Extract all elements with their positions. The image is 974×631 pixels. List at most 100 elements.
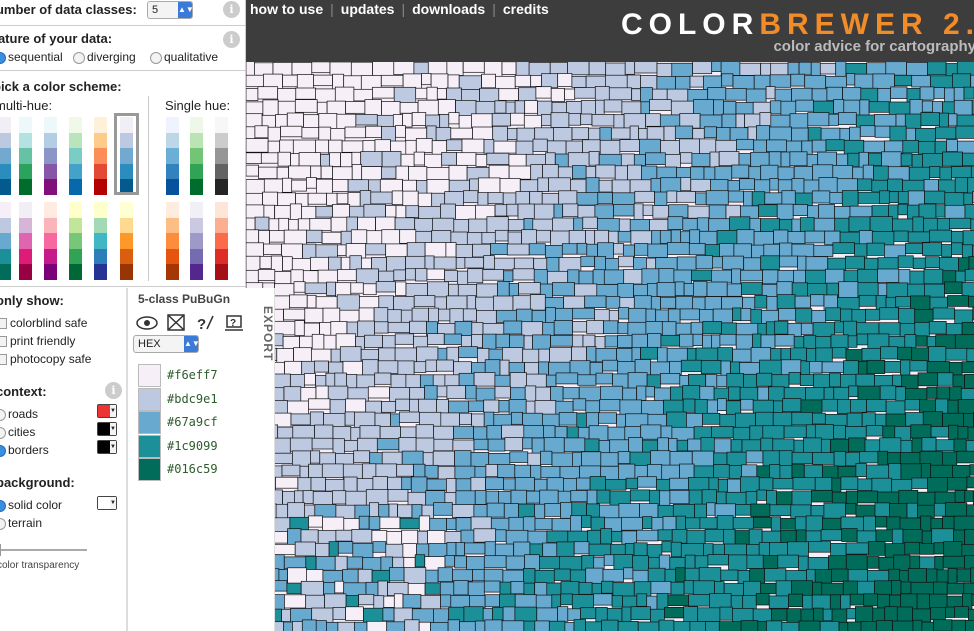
county-polygon[interactable] [866,399,887,413]
county-polygon[interactable] [902,140,919,154]
county-polygon[interactable] [703,166,716,181]
county-polygon[interactable] [933,542,945,555]
county-polygon[interactable] [510,489,528,505]
county-polygon[interactable] [859,99,870,116]
county-polygon[interactable] [727,190,744,203]
county-polygon[interactable] [309,218,332,231]
county-polygon[interactable] [769,74,792,88]
county-polygon[interactable] [695,192,707,205]
county-polygon[interactable] [857,478,873,491]
county-polygon[interactable] [300,529,319,544]
county-polygon[interactable] [358,515,370,530]
county-polygon[interactable] [345,595,359,608]
county-polygon[interactable] [861,347,881,362]
county-polygon[interactable] [345,101,366,114]
county-polygon[interactable] [962,152,974,167]
county-polygon[interactable] [617,621,639,631]
county-polygon[interactable] [522,437,533,450]
county-polygon[interactable] [882,425,896,439]
county-polygon[interactable] [524,100,538,114]
county-polygon[interactable] [273,373,291,389]
county-polygon[interactable] [494,229,509,242]
county-polygon[interactable] [572,165,587,179]
county-polygon[interactable] [630,230,653,246]
county-polygon[interactable] [433,256,457,270]
county-polygon[interactable] [859,125,876,137]
county-polygon[interactable] [517,203,535,221]
county-polygon[interactable] [884,360,901,373]
county-polygon[interactable] [857,178,873,192]
county-polygon[interactable] [961,282,974,298]
county-polygon[interactable] [758,204,778,217]
county-polygon[interactable] [879,385,897,400]
county-polygon[interactable] [576,242,588,255]
county-polygon[interactable] [497,281,510,299]
county-polygon[interactable] [688,594,710,607]
county-polygon[interactable] [813,217,836,232]
county-polygon[interactable] [381,229,401,245]
county-polygon[interactable] [791,451,813,465]
county-polygon[interactable] [780,151,791,168]
county-polygon[interactable] [438,308,451,322]
county-polygon[interactable] [381,166,397,179]
county-polygon[interactable] [332,490,347,505]
county-polygon[interactable] [624,62,636,75]
county-polygon[interactable] [283,556,307,569]
county-polygon[interactable] [912,619,923,631]
county-polygon[interactable] [821,361,844,373]
scheme-ramp-multi[interactable] [44,202,57,280]
county-polygon[interactable] [462,308,477,322]
info-icon[interactable]: i [223,31,240,48]
county-polygon[interactable] [645,152,666,165]
county-polygon[interactable] [924,283,945,298]
county-polygon[interactable] [885,62,907,76]
county-polygon[interactable] [954,490,966,503]
county-polygon[interactable] [964,373,974,389]
county-polygon[interactable] [337,541,354,554]
county-polygon[interactable] [294,320,305,336]
county-polygon[interactable] [523,425,544,439]
county-polygon[interactable] [628,437,643,455]
county-polygon[interactable] [905,412,924,427]
county-polygon[interactable] [267,126,281,144]
county-polygon[interactable] [630,606,651,621]
county-polygon[interactable] [246,179,265,195]
county-polygon[interactable] [751,191,766,207]
no-print-icon[interactable] [167,314,185,331]
county-polygon[interactable] [961,361,974,374]
county-polygon[interactable] [658,619,675,631]
radio-qualitative[interactable]: qualitative [150,50,218,64]
county-polygon[interactable] [711,269,732,283]
county-polygon[interactable] [622,387,637,402]
county-polygon[interactable] [482,269,504,281]
county-polygon[interactable] [304,307,324,324]
county-polygon[interactable] [634,243,649,256]
county-polygon[interactable] [413,151,425,166]
county-polygon[interactable] [508,516,524,532]
county-polygon[interactable] [897,346,913,360]
county-polygon[interactable] [645,113,661,127]
county-polygon[interactable] [891,580,902,595]
county-polygon[interactable] [596,284,619,298]
county-polygon[interactable] [246,164,259,177]
county-polygon[interactable] [435,127,452,142]
county-polygon[interactable] [370,191,393,205]
county-polygon[interactable] [263,178,283,194]
county-polygon[interactable] [811,139,827,153]
county-polygon[interactable] [636,593,648,607]
county-polygon[interactable] [636,529,659,542]
county-polygon[interactable] [739,62,761,76]
county-polygon[interactable] [670,541,682,558]
county-polygon[interactable] [257,86,279,100]
county-polygon[interactable] [358,307,375,322]
county-polygon[interactable] [332,179,349,192]
county-polygon[interactable] [335,529,353,542]
county-polygon[interactable] [680,177,692,191]
county-polygon[interactable] [448,283,459,297]
county-polygon[interactable] [683,580,694,594]
county-polygon[interactable] [820,529,843,542]
county-polygon[interactable] [551,452,573,469]
county-polygon[interactable] [675,76,691,91]
county-polygon[interactable] [805,387,825,402]
county-polygon[interactable] [728,554,748,572]
